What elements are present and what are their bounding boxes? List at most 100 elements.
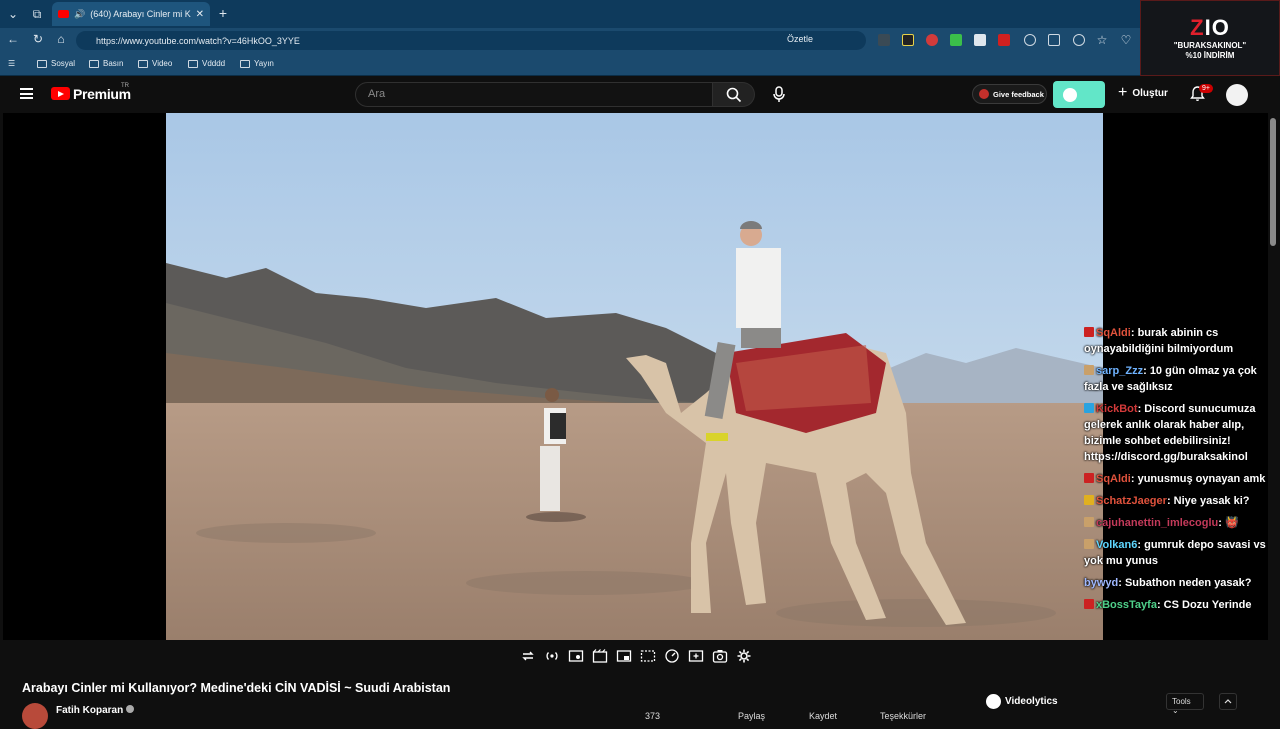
- video-scene: [166, 113, 1103, 640]
- chat-badge-icon: [1084, 473, 1094, 483]
- favorite-star-icon[interactable]: ☆: [1096, 33, 1108, 47]
- microphone-icon[interactable]: [772, 86, 786, 103]
- bookmarks-bar: ☰ Sosyal Basın Video Vdddd Yayın: [0, 52, 1280, 76]
- chat-text: 👹: [1224, 517, 1239, 529]
- sponsor-logo: ZIO: [1190, 15, 1230, 40]
- menu-icon[interactable]: [20, 88, 33, 99]
- video-title: Arabayı Cinler mi Kullanıyor? Medine'dek…: [22, 681, 451, 695]
- plus-icon: +: [1118, 84, 1128, 101]
- extension-icon[interactable]: [902, 34, 914, 46]
- speaker-icon[interactable]: 🔊: [74, 9, 85, 20]
- speed-icon[interactable]: [664, 648, 680, 664]
- create-button[interactable]: + Oluştur: [1118, 84, 1168, 101]
- tab-title: (640) Arabayı Cinler mi Kullanıyor: [90, 9, 191, 19]
- chat-username[interactable]: SqAldi: [1096, 327, 1131, 339]
- collapse-panel-button[interactable]: [1219, 693, 1237, 710]
- extension-icon[interactable]: [878, 34, 890, 46]
- extension-icon[interactable]: [998, 34, 1010, 46]
- tab-list-icon[interactable]: ⌄: [6, 7, 20, 21]
- health-icon[interactable]: ♡: [1120, 33, 1132, 47]
- chat-message: sarp_Zzz: 10 gün olmaz ya çok fazla ve s…: [1084, 365, 1257, 393]
- chat-message: KickBot: Discord sunucumuza gelerek anlı…: [1084, 403, 1256, 463]
- close-tab-icon[interactable]: ✕: [196, 9, 204, 20]
- notification-badge: 9+: [1199, 84, 1213, 93]
- chat-message: SqAldi: yunusmuş oynayan amk: [1084, 471, 1274, 487]
- search-input[interactable]: Ara: [355, 82, 713, 107]
- chat-username[interactable]: SchatzJaeger: [1096, 495, 1167, 507]
- cinema-icon[interactable]: [640, 648, 656, 664]
- address-bar-row: ← ↻ ⌂ https://www.youtube.com/watch?v=46…: [0, 28, 1280, 52]
- home-icon[interactable]: ⌂: [54, 32, 68, 46]
- sponsor-promo: ZIO "BURAKSAKINOL" %10 İNDİRİM: [1140, 0, 1280, 76]
- feedback-icon: [979, 89, 989, 99]
- folder-icon: [37, 59, 47, 68]
- settings-gear-icon[interactable]: [736, 648, 752, 664]
- extension-icon[interactable]: [1073, 34, 1085, 46]
- chat-username[interactable]: bywyd: [1084, 577, 1118, 589]
- channel-name[interactable]: Fatih Koparan: [56, 705, 135, 716]
- split-screen-icon[interactable]: [1048, 34, 1060, 46]
- add-clip-icon[interactable]: [688, 648, 704, 664]
- account-avatar[interactable]: [1226, 84, 1248, 106]
- bookmark-menu-icon[interactable]: ☰: [8, 59, 15, 68]
- extension-icon[interactable]: [974, 34, 986, 46]
- picture-in-picture-icon[interactable]: [616, 648, 632, 664]
- chat-username[interactable]: xBossTayfa: [1096, 599, 1157, 611]
- scrollbar-thumb[interactable]: [1270, 118, 1276, 246]
- bookmark-item[interactable]: Vdddd: [188, 59, 225, 68]
- extension-icon[interactable]: [950, 34, 962, 46]
- chat-badge-icon: [1084, 327, 1094, 337]
- folder-icon: [138, 59, 148, 68]
- url-text: https://www.youtube.com/watch?v=46HkOO_3…: [96, 35, 300, 46]
- chat-message: SqAldi: burak abinin cs oynayabildiğini …: [1084, 327, 1234, 355]
- chat-username[interactable]: KickBot: [1096, 403, 1138, 415]
- chat-badge-icon: [1084, 517, 1094, 527]
- videolytics-name: Videolytics: [1005, 696, 1058, 707]
- channel-avatar[interactable]: [22, 703, 48, 729]
- clip-icon[interactable]: [592, 648, 608, 664]
- videolytics-logo-icon: [986, 694, 1001, 709]
- search-button[interactable]: [713, 82, 755, 107]
- video-frame[interactable]: [166, 113, 1103, 640]
- chat-username[interactable]: SqAldi: [1096, 473, 1131, 485]
- chat-message: bywyd: Subathon neden yasak?: [1084, 577, 1252, 589]
- bookmark-item[interactable]: Video: [138, 59, 172, 68]
- youtube-logo-icon[interactable]: [51, 87, 70, 100]
- extension-icon[interactable]: [1024, 34, 1036, 46]
- sponsor-discount: %10 İNDİRİM: [1185, 51, 1235, 60]
- summarize-button[interactable]: Özetle: [787, 34, 813, 44]
- tab-youtube-video[interactable]: 🔊 (640) Arabayı Cinler mi Kullanıyor ✕: [52, 2, 210, 26]
- workspaces-icon[interactable]: ⧉: [30, 7, 44, 21]
- extension-toggle-button[interactable]: [1053, 81, 1105, 108]
- new-tab-icon[interactable]: +: [216, 6, 230, 20]
- chat-username[interactable]: cajuhanettin_imlecoglu: [1096, 517, 1218, 529]
- screenshot-icon[interactable]: [712, 648, 728, 664]
- loop-icon[interactable]: [520, 648, 536, 664]
- bookmark-item[interactable]: Sosyal: [37, 59, 75, 68]
- chat-badge-icon: [1084, 365, 1094, 375]
- broadcast-icon[interactable]: [544, 648, 560, 664]
- back-icon[interactable]: ←: [6, 32, 20, 46]
- extension-icon[interactable]: [926, 34, 938, 46]
- chat-text: Subathon neden yasak?: [1124, 577, 1252, 589]
- give-feedback-button[interactable]: Give feedback: [972, 84, 1047, 104]
- preview-icon[interactable]: [568, 648, 584, 664]
- sponsor-code: "BURAKSAKINOL": [1173, 41, 1247, 50]
- verified-icon: [126, 705, 135, 713]
- tools-dropdown[interactable]: Tools ⌄: [1166, 693, 1204, 715]
- youtube-header: Premium TR Ara Give feedback + Oluştur 9…: [0, 76, 1280, 113]
- chat-message: Volkan6: gumruk depo savasi vs yok mu yu…: [1084, 539, 1266, 567]
- search-icon: [726, 87, 742, 103]
- folder-icon: [89, 59, 99, 68]
- region-code: TR: [121, 83, 129, 89]
- bookmark-item[interactable]: Basın: [89, 59, 123, 68]
- chat-badge-icon: [1084, 495, 1094, 505]
- chat-username[interactable]: sarp_Zzz: [1096, 365, 1143, 377]
- bookmark-item[interactable]: Yayın: [240, 59, 274, 68]
- folder-icon: [188, 59, 198, 68]
- chevron-up-icon: [1224, 699, 1232, 704]
- url-field[interactable]: https://www.youtube.com/watch?v=46HkOO_3…: [76, 31, 866, 50]
- refresh-icon[interactable]: ↻: [31, 32, 45, 46]
- chat-badge-icon: [1084, 599, 1094, 609]
- chat-username[interactable]: Volkan6: [1096, 539, 1137, 551]
